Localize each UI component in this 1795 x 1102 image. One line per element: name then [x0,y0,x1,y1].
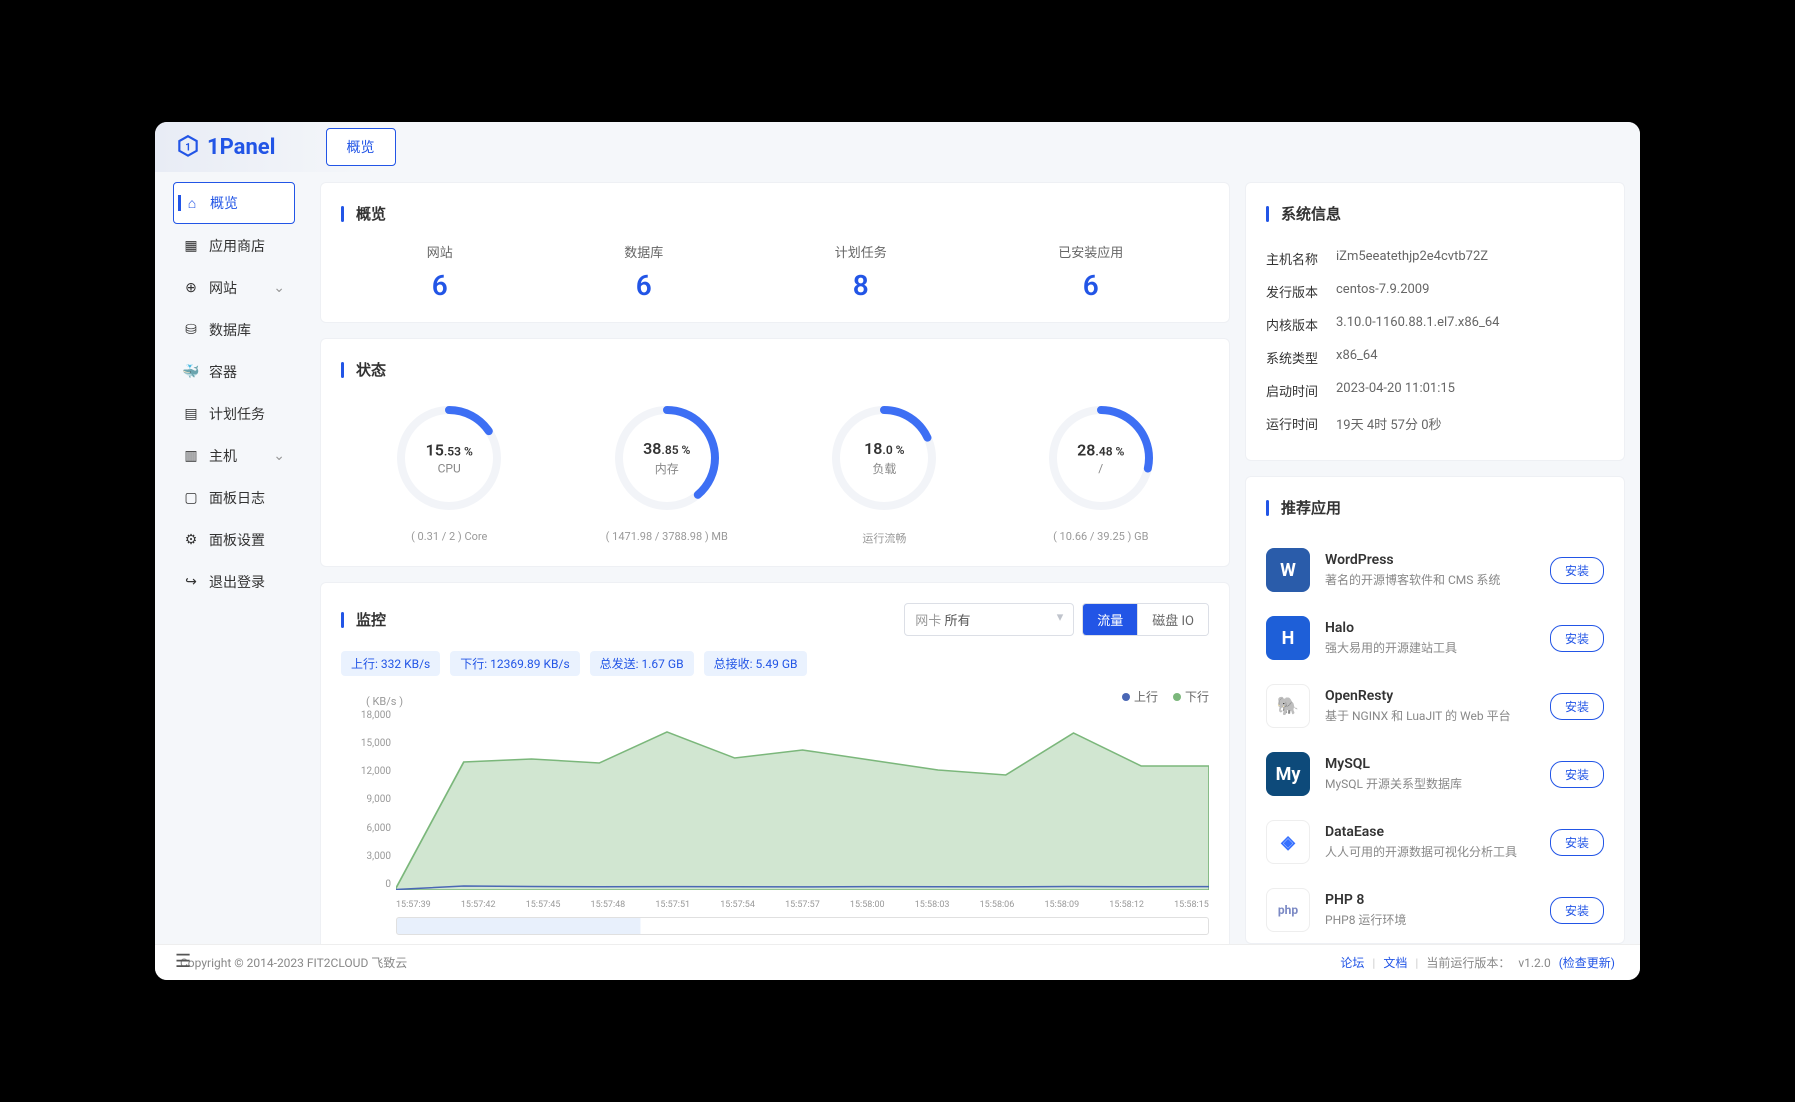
app-item-DataEase: ◈ DataEase人人可用的开源数据可视化分析工具 安装 [1266,808,1604,876]
install-button[interactable]: 安装 [1550,625,1604,652]
log-icon: ▢ [183,490,199,506]
app-item-OpenResty: 🐘 OpenResty基于 NGINX 和 LuaJIT 的 Web 平台 安装 [1266,672,1604,740]
grid-icon: ▦ [183,238,199,254]
home-icon: ⌂ [184,195,200,212]
sysinfo-title: 系统信息 [1266,203,1604,224]
logo-icon: 1 [175,134,201,160]
sidebar-item-settings[interactable]: ⚙面板设置 [173,520,295,560]
gauge-CPU[interactable]: 15.53 %CPU ( 0.31 / 2 ) Core [389,398,509,546]
monitor-card: 监控 网卡 所有 流量 磁盘 IO 上行: 332 KB/s 下行: 12369.… [320,582,1230,944]
gear-icon: ⚙ [183,532,199,548]
timeline-slider[interactable] [396,917,1209,935]
sidebar-item-database[interactable]: ⛁数据库 [173,310,295,350]
install-button[interactable]: 安装 [1550,761,1604,788]
stat-item[interactable]: 已安装应用6 [1058,242,1123,302]
docker-icon: 🐳 [183,364,199,380]
app-item-MySQL: My MySQLMySQL 开源关系型数据库 安装 [1266,740,1604,808]
app-icon: ◈ [1266,820,1310,864]
globe-icon: ⊕ [183,280,199,296]
gauge-/[interactable]: 28.48 %/ ( 10.66 / 39.25 ) GB [1041,398,1161,546]
footer-version-label: 当前运行版本： [1426,954,1510,971]
logo[interactable]: 1 1Panel [175,134,276,160]
tab-traffic[interactable]: 流量 [1083,604,1137,635]
menu-toggle-icon[interactable]: ☰ [175,951,191,972]
stat-item[interactable]: 数据库6 [624,242,663,302]
logo-text: 1Panel [207,135,276,160]
install-button[interactable]: 安装 [1550,557,1604,584]
legend-down: 下行 [1173,688,1209,705]
chevron-down-icon: ⌄ [273,280,285,296]
legend-up: 上行 [1122,688,1158,705]
monitor-tag: 下行: 12369.89 KB/s [450,651,579,676]
status-title: 状态 [341,359,1209,380]
sidebar-item-container[interactable]: 🐳容器 [173,352,295,392]
chevron-down-icon: ⌄ [273,448,285,464]
nic-select[interactable]: 网卡 所有 [904,603,1074,636]
sidebar: ⌂概览 ▦应用商店 ⊕网站⌄ ⛁数据库 🐳容器 ▤计划任务 ▥主机⌄ ▢面板日志… [155,172,305,944]
app-item-Halo: H Halo强大易用的开源建站工具 安装 [1266,604,1604,672]
monitor-tag: 上行: 332 KB/s [341,651,440,676]
calendar-icon: ▤ [183,406,199,422]
status-card: 状态 15.53 %CPU ( 0.31 / 2 ) Core 38.85 %内… [320,338,1230,567]
info-row: 内核版本3.10.0-1160.88.1.el7.x86_64 [1266,308,1604,341]
install-button[interactable]: 安装 [1550,897,1604,924]
logout-icon: ↪ [183,574,199,590]
monitor-tag: 总接收: 5.49 GB [704,651,808,676]
traffic-chart: ( KB/s ) 18,00015,00012,0009,0006,0003,0… [351,710,1209,910]
tab-diskio[interactable]: 磁盘 IO [1137,604,1208,635]
sidebar-item-appstore[interactable]: ▦应用商店 [173,226,295,266]
app-icon: php [1266,888,1310,932]
app-item-WordPress: W WordPress著名的开源博客软件和 CMS 系统 安装 [1266,536,1604,604]
info-row: 发行版本centos-7.9.2009 [1266,275,1604,308]
monitor-title: 监控 [341,609,386,630]
app-icon: My [1266,752,1310,796]
sidebar-item-cron[interactable]: ▤计划任务 [173,394,295,434]
top-tab-overview[interactable]: 概览 [326,128,396,166]
gauge-内存[interactable]: 38.85 %内存 ( 1471.98 / 3788.98 ) MB [606,398,728,546]
database-icon: ⛁ [183,322,199,338]
monitor-tag: 总发送: 1.67 GB [590,651,694,676]
info-row: 主机名称iZm5eeatethjp2e4cvtb72Z [1266,242,1604,275]
install-button[interactable]: 安装 [1550,829,1604,856]
sidebar-item-logs[interactable]: ▢面板日志 [173,478,295,518]
footer-forum[interactable]: 论坛 [1340,954,1364,971]
sidebar-item-logout[interactable]: ↪退出登录 [173,562,295,602]
apps-card: 推荐应用 W WordPress著名的开源博客软件和 CMS 系统 安装 H H… [1245,476,1625,944]
gauge-负载[interactable]: 18.0 %负载 运行流畅 [824,398,944,546]
info-row: 启动时间2023-04-20 11:01:15 [1266,374,1604,407]
app-icon: W [1266,548,1310,592]
sysinfo-card: 系统信息 主机名称iZm5eeatethjp2e4cvtb72Z发行版本cent… [1245,182,1625,461]
sidebar-item-host[interactable]: ▥主机⌄ [173,436,295,476]
info-row: 系统类型x86_64 [1266,341,1604,374]
stat-item[interactable]: 计划任务8 [835,242,887,302]
overview-title: 概览 [341,203,1209,224]
apps-title: 推荐应用 [1266,497,1604,518]
app-icon: H [1266,616,1310,660]
app-icon: 🐘 [1266,684,1310,728]
stat-item[interactable]: 网站6 [427,242,453,302]
footer-docs[interactable]: 文档 [1383,954,1407,971]
sidebar-item-website[interactable]: ⊕网站⌄ [173,268,295,308]
install-button[interactable]: 安装 [1550,693,1604,720]
footer-copyright: Copyright © 2014-2023 FIT2CLOUD 飞致云 [180,954,407,971]
sidebar-item-overview[interactable]: ⌂概览 [173,182,295,224]
app-item-PHP 8: php PHP 8PHP8 运行环境 安装 [1266,876,1604,944]
svg-text:1: 1 [185,142,191,153]
footer-check-update[interactable]: (检查更新) [1559,954,1615,971]
server-icon: ▥ [183,448,199,464]
footer-version: v1.2.0 [1518,956,1550,970]
info-row: 运行时间19天 4时 57分 0秒 [1266,407,1604,440]
overview-card: 概览 网站6 数据库6 计划任务8 已安装应用6 [320,182,1230,323]
